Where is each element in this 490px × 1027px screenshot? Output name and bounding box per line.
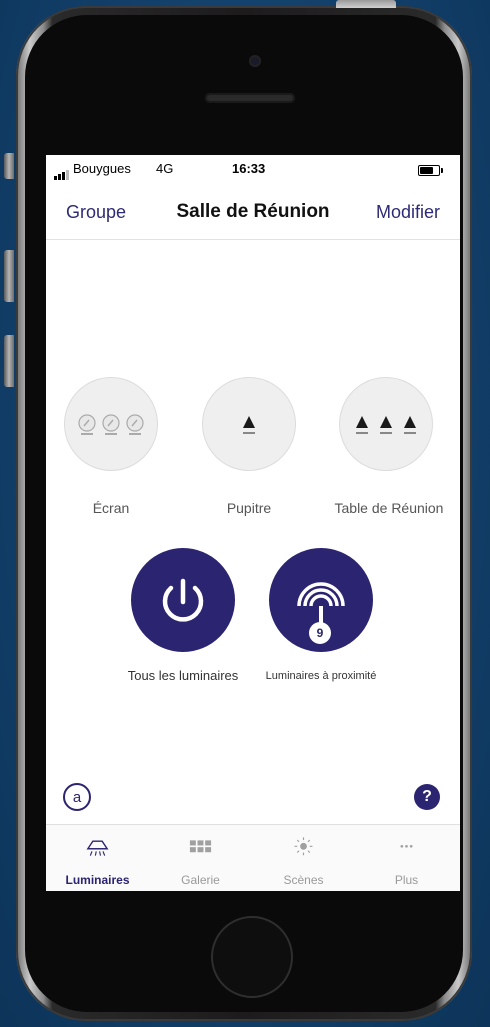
group-ecran-label: Écran xyxy=(92,500,130,516)
tab-galerie-label: Galerie xyxy=(181,873,220,887)
proximity-count-badge: 9 xyxy=(309,622,331,644)
tab-plus[interactable]: Plus xyxy=(355,825,458,891)
sun-icon xyxy=(294,837,313,856)
group-table-de-reunion-label: Table de Réunion xyxy=(334,500,444,516)
group-pupitre-button[interactable] xyxy=(202,377,296,471)
about-a-icon[interactable]: a xyxy=(61,781,93,813)
earpiece-speaker xyxy=(205,93,295,103)
group-table-de-reunion-button[interactable] xyxy=(339,377,433,471)
luminaire-icons-on xyxy=(340,414,432,436)
luminaire-on-icon xyxy=(355,416,368,434)
luminaire-icons-on xyxy=(203,414,295,436)
tab-luminaires[interactable]: Luminaires xyxy=(46,825,149,891)
app-screen: Bouygues 4G 16:33 Groupe Salle de Réunio… xyxy=(46,155,460,891)
status-time: 16:33 xyxy=(232,161,266,176)
luminaire-on-icon xyxy=(404,416,417,434)
group-pupitre-label: Pupitre xyxy=(226,500,272,516)
battery-icon xyxy=(418,165,443,176)
svg-text:a: a xyxy=(73,789,82,806)
home-button[interactable] xyxy=(211,916,293,998)
volume-down-button xyxy=(4,335,14,387)
mute-switch xyxy=(4,153,14,179)
luminaire-off-icon xyxy=(126,414,145,435)
front-camera xyxy=(249,55,261,67)
network-type: 4G xyxy=(156,161,174,176)
power-icon xyxy=(162,578,204,622)
tab-scenes[interactable]: Scènes xyxy=(252,825,355,891)
all-luminaires-power-button[interactable] xyxy=(131,548,235,652)
luminaire-on-icon xyxy=(380,416,392,434)
help-icon[interactable]: ? xyxy=(414,784,440,810)
more-icon xyxy=(400,844,413,848)
tab-luminaires-label: Luminaires xyxy=(65,873,130,887)
power-side-button xyxy=(336,0,396,8)
navigation-bar: Groupe Salle de Réunion Modifier xyxy=(46,185,460,240)
luminaire-off-icon xyxy=(102,414,120,435)
luminaire-off-icon xyxy=(77,414,96,435)
grid-icon xyxy=(189,840,212,853)
tab-galerie[interactable]: Galerie xyxy=(149,825,252,891)
status-bar: Bouygues 4G 16:33 xyxy=(46,155,460,185)
modifier-button[interactable]: Modifier xyxy=(376,202,440,223)
tab-bar: Luminaires Galerie Scènes Plus xyxy=(46,824,460,891)
nearby-luminaires-button[interactable]: 9 xyxy=(269,548,373,652)
all-luminaires-label: Tous les luminaires xyxy=(127,668,239,683)
carrier-name: Bouygues xyxy=(73,161,131,176)
nearby-luminaires-label: Luminaires à proximité xyxy=(265,670,377,682)
tab-plus-label: Plus xyxy=(394,873,419,887)
luminaire-icons-off xyxy=(65,414,157,436)
luminaire-icon xyxy=(86,840,109,856)
volume-up-button xyxy=(4,250,14,302)
signal-strength-icon xyxy=(54,165,70,180)
tab-scenes-label: Scènes xyxy=(283,873,324,887)
luminaire-on-icon xyxy=(243,416,255,434)
group-ecran-button[interactable] xyxy=(64,377,158,471)
